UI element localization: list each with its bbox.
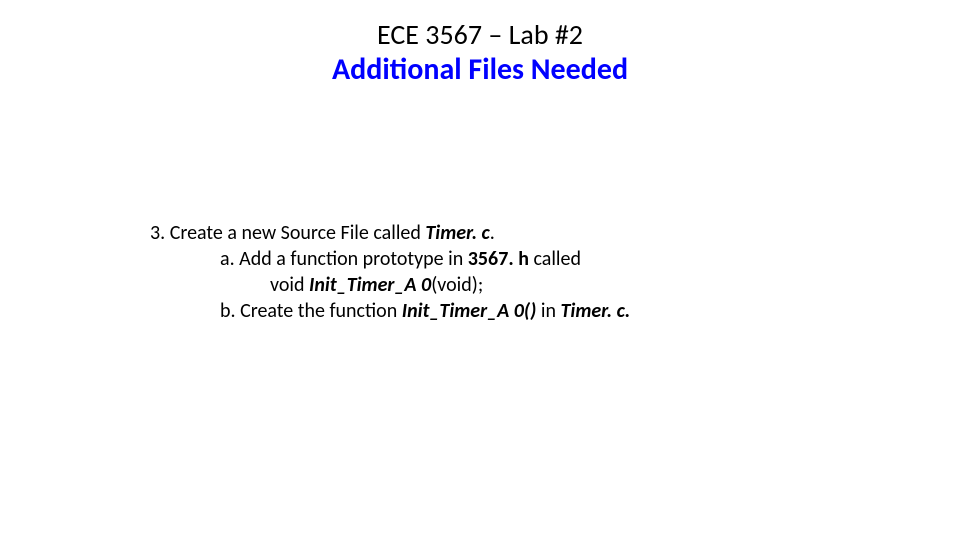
subitem-a-label: a. [220, 247, 235, 271]
subitem-b-text-mid: in [536, 299, 560, 323]
slide-title: ECE 3567 – Lab #2 [0, 18, 960, 52]
func-init-timer-a0: Init_Timer_A 0 [309, 273, 431, 297]
filename-3567-h: 3567. h [468, 247, 529, 271]
item-text-pre: Create a new Source File called [165, 221, 425, 245]
subitem-a-void-post: (void); [431, 273, 483, 297]
content-block: 3. Create a new Source File called Timer… [150, 220, 850, 324]
subitem-b: b. Create the function Init_Timer_A 0() … [220, 298, 850, 324]
subitem-a-line1: a. Add a function prototype in 3567. h c… [220, 246, 850, 272]
filename-timer-c-2: Timer. c. [561, 299, 631, 323]
slide-container: ECE 3567 – Lab #2 Additional Files Neede… [0, 0, 960, 540]
slide-subtitle: Additional Files Needed [0, 52, 960, 88]
item-text-post: . [490, 221, 495, 245]
filename-timer-c: Timer. c [425, 221, 489, 245]
subitem-a-text-post: called [529, 247, 581, 271]
subitem-b-text-pre: Create the function [236, 299, 402, 323]
func-init-timer-a0-call: Init_Timer_A 0() [402, 299, 537, 323]
subitem-a-text-pre: Add a function prototype in [235, 247, 468, 271]
subitem-a-void-pre: void [270, 273, 309, 297]
subitem-b-label: b. [220, 299, 236, 323]
subitem-a-line2: void Init_Timer_A 0(void); [270, 272, 850, 298]
list-item-3: 3. Create a new Source File called Timer… [150, 220, 850, 246]
item-number: 3. [150, 221, 165, 245]
